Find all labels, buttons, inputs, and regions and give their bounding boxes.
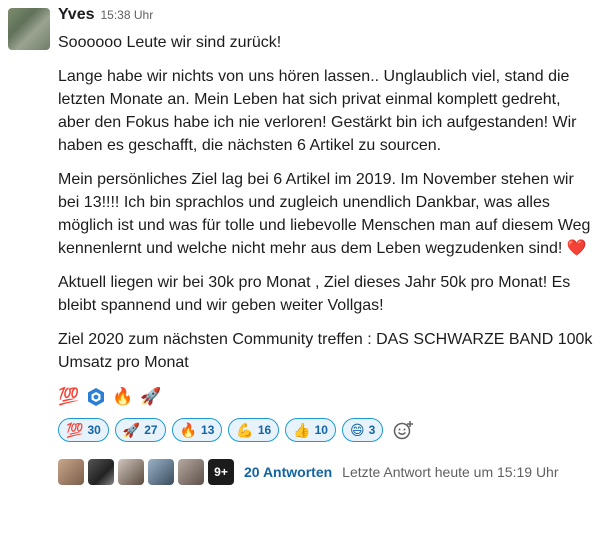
- reaction-count: 27: [144, 423, 158, 437]
- reaction-count: 30: [87, 423, 101, 437]
- fire-icon: 🔥: [179, 421, 198, 438]
- reply-avatar: [178, 459, 204, 485]
- reaction-count: 10: [314, 423, 328, 437]
- reaction-fire[interactable]: 🔥 13: [171, 418, 223, 442]
- author-name[interactable]: Yves: [58, 6, 94, 24]
- message-paragraph-1: Soooooo Leute wir sind zurück!: [58, 34, 282, 51]
- blue-hexagon-badge-icon: [86, 387, 106, 407]
- reaction-count: 3: [368, 423, 376, 437]
- message-paragraph-2: Lange habe wir nichts von uns hören lass…: [58, 68, 577, 154]
- reply-avatar: [148, 459, 174, 485]
- reaction-thumbs-up[interactable]: 👍 10: [285, 418, 336, 442]
- rocket-emoji: 🚀: [140, 387, 162, 406]
- add-reaction-button[interactable]: [389, 418, 419, 442]
- message: Yves 15:38 Uhr Soooooo Leute wir sind zu…: [58, 6, 594, 487]
- add-reaction-icon: [394, 421, 414, 440]
- inline-emoji-row: 💯 🔥 🚀: [58, 386, 594, 408]
- reaction-count: 13: [201, 423, 215, 437]
- more-repliers-badge: 9+: [208, 459, 234, 485]
- hundred-points-icon: 💯: [66, 421, 84, 438]
- reaction-rocket[interactable]: 🚀 27: [114, 418, 166, 442]
- reaction-hundred[interactable]: 💯 30: [58, 418, 109, 442]
- reply-avatar: [118, 459, 144, 485]
- reply-avatar: [58, 459, 84, 485]
- timestamp[interactable]: 15:38 Uhr: [100, 8, 153, 22]
- message-paragraph-3: Mein persönliches Ziel lag bei 6 Artikel…: [58, 168, 594, 260]
- message-paragraph-4: Aktuell liegen wir bei 30k pro Monat , Z…: [58, 274, 571, 314]
- hundred-points-emoji: 💯: [58, 387, 80, 406]
- reaction-count: 16: [257, 423, 272, 437]
- last-reply-text: Letzte Antwort heute um 15:19 Uhr: [342, 464, 559, 480]
- message-header: Yves 15:38 Uhr: [58, 6, 594, 28]
- paragraph-3-text: Mein persönliches Ziel lag bei 6 Artikel…: [58, 171, 591, 257]
- rocket-icon: 🚀: [122, 421, 141, 438]
- reaction-bar: 💯 30 🚀 27 🔥 13 💪 16 👍 10 😄 3: [58, 417, 594, 443]
- replies-link[interactable]: 20 Antworten: [244, 464, 332, 480]
- heart-emoji: ❤️: [566, 240, 587, 257]
- reaction-muscle[interactable]: 💪 16: [228, 418, 280, 442]
- thumbs-up-icon: 👍: [293, 421, 311, 438]
- user-avatar[interactable]: [8, 8, 50, 50]
- smile-icon: 😄: [349, 421, 365, 438]
- thread-summary[interactable]: 9+ 20 Antworten Letzte Antwort heute um …: [58, 457, 594, 487]
- reply-avatar: [88, 459, 114, 485]
- fire-emoji: 🔥: [112, 387, 134, 406]
- reaction-smile[interactable]: 😄 3: [341, 418, 384, 442]
- message-paragraph-5: Ziel 2020 zum nächsten Community treffen…: [58, 331, 593, 371]
- flexed-biceps-icon: 💪: [236, 421, 254, 438]
